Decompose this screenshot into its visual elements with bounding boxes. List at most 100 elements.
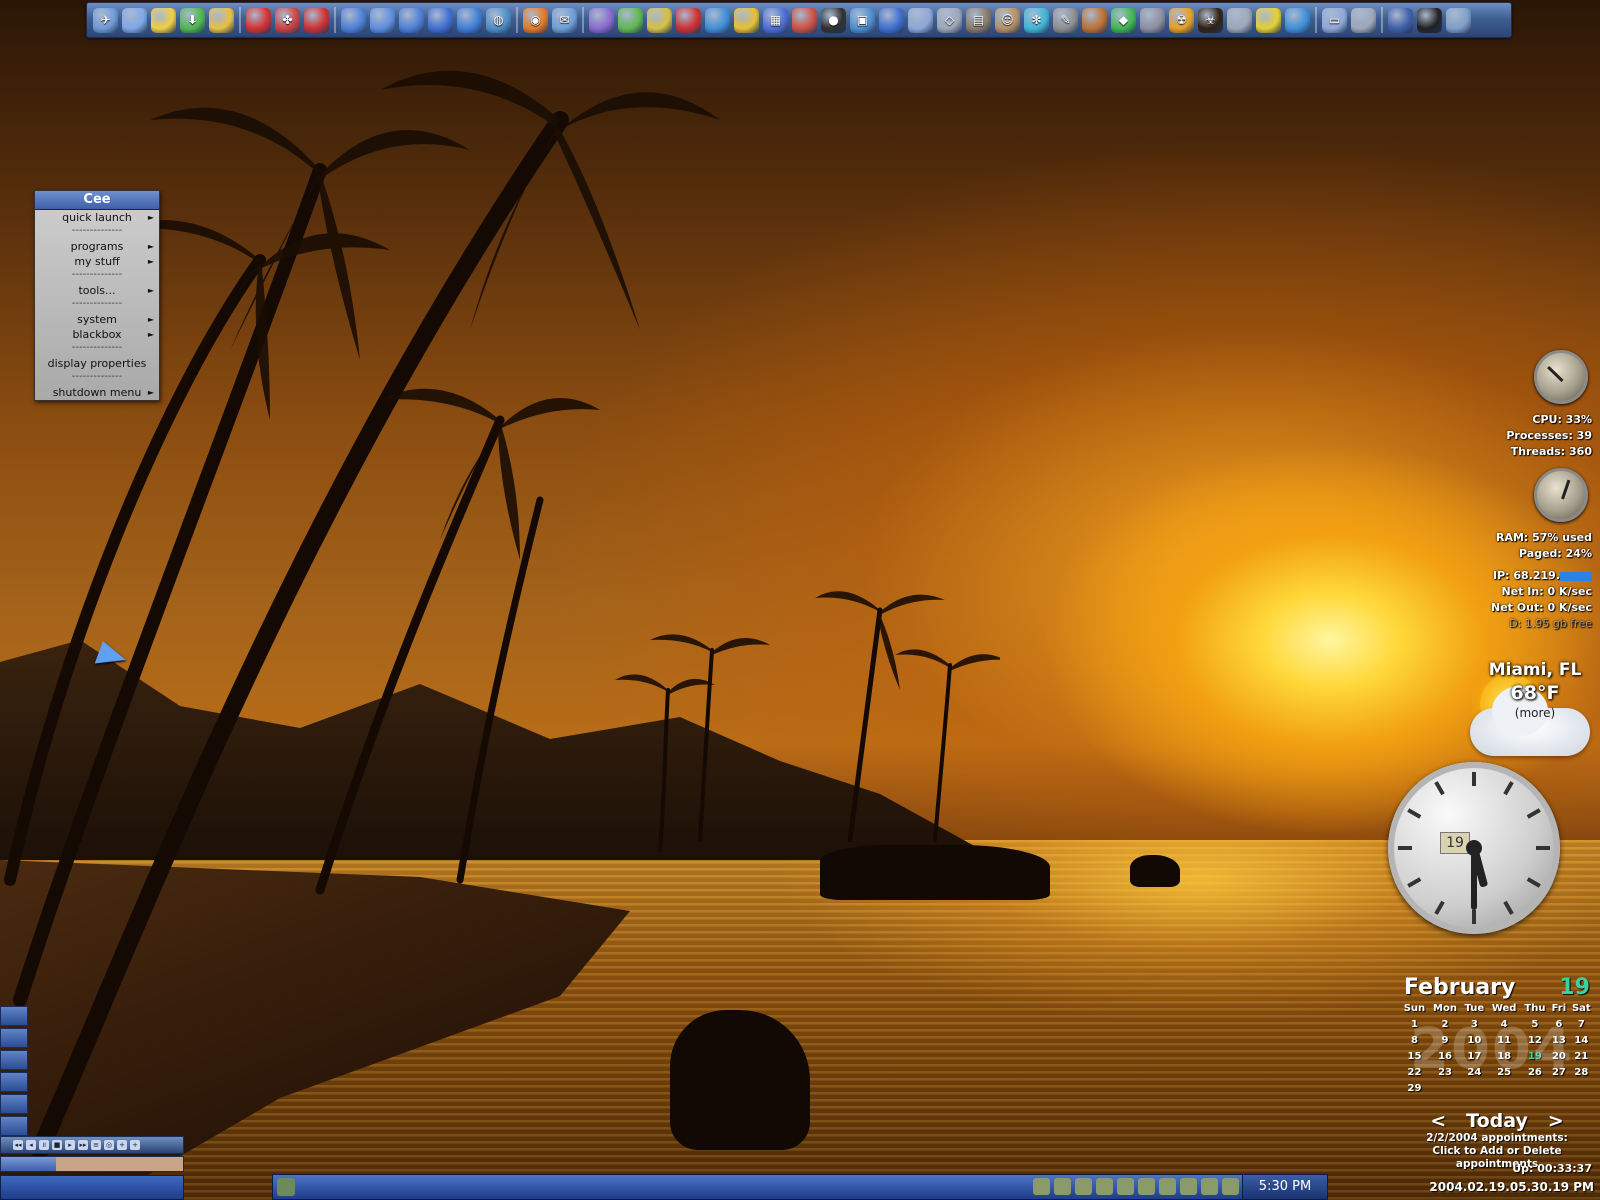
calendar-prev-button[interactable]: < — [1430, 1110, 1446, 1132]
calendar-day-cell — [1488, 1080, 1521, 1096]
menu-item-programs[interactable]: programs ► — [35, 239, 159, 254]
tray-icon[interactable] — [1222, 1178, 1239, 1195]
calendar-next-button[interactable]: > — [1548, 1110, 1564, 1132]
folder-icon[interactable] — [122, 7, 147, 33]
radioactive-icon[interactable]: ☢ — [1169, 7, 1194, 33]
ball-icon[interactable]: ● — [821, 7, 846, 33]
workspace-4[interactable] — [0, 1072, 28, 1092]
desktop-icon[interactable]: ✈ — [93, 7, 118, 33]
eight-ball-icon[interactable] — [1417, 7, 1442, 33]
workspace-6[interactable] — [0, 1116, 28, 1136]
tray-icon[interactable] — [1075, 1178, 1092, 1195]
menu-separator: -------------- — [71, 269, 123, 280]
freehand-icon[interactable] — [705, 7, 730, 33]
menu-item-quick-launch[interactable]: quick launch ► — [35, 210, 159, 225]
tray-icon[interactable] — [1138, 1178, 1155, 1195]
start-button[interactable] — [277, 1178, 295, 1196]
search-icon[interactable] — [1285, 7, 1310, 33]
color-icon[interactable]: ✤ — [275, 7, 300, 33]
weather-city: Miami, FL — [1488, 660, 1582, 680]
clock-tick — [1526, 808, 1541, 819]
cpu-gauge — [1534, 350, 1588, 404]
mouse-icon[interactable] — [908, 7, 933, 33]
media-button[interactable]: ▸▸ — [78, 1140, 88, 1150]
gplus-icon[interactable] — [792, 7, 817, 33]
workspace-3[interactable] — [0, 1050, 28, 1070]
menu-item-shutdown-menu[interactable]: shutdown menu ► — [35, 385, 159, 400]
download-icon[interactable]: ⬇ — [180, 7, 205, 33]
workspace-2[interactable] — [0, 1028, 28, 1048]
menu-item-tools[interactable]: tools... ► — [35, 283, 159, 298]
tools-icon[interactable] — [1227, 7, 1252, 33]
globe-icon[interactable]: ◍ — [486, 7, 511, 33]
flash-icon[interactable] — [676, 7, 701, 33]
tray-icon[interactable] — [1180, 1178, 1197, 1195]
media-button[interactable]: + — [130, 1140, 140, 1150]
media-button[interactable]: + — [117, 1140, 127, 1150]
mail-icon[interactable]: ✉ — [552, 7, 577, 33]
appointments-header: 2/2/2004 appointments: — [1426, 1132, 1568, 1144]
media-button[interactable]: ■ — [52, 1140, 62, 1150]
workspace-5[interactable] — [0, 1094, 28, 1114]
snowflake-icon[interactable]: ✻ — [1024, 7, 1049, 33]
weather-more-link[interactable]: (more) — [1470, 706, 1600, 720]
tray-icon[interactable] — [1117, 1178, 1134, 1195]
tray-icon[interactable] — [1159, 1178, 1176, 1195]
tray-icon[interactable] — [1033, 1178, 1050, 1195]
biohazard-icon[interactable]: ☣ — [1198, 7, 1223, 33]
paint-icon[interactable] — [1082, 7, 1107, 33]
cube-icon[interactable]: ▣ — [850, 7, 875, 33]
workspace-1[interactable] — [0, 1006, 28, 1026]
green-diamond-icon[interactable]: ◆ — [1111, 7, 1136, 33]
tray-icon[interactable] — [1201, 1178, 1218, 1195]
dotnet-icon[interactable] — [589, 7, 614, 33]
pen-icon[interactable]: ✎ — [1053, 7, 1078, 33]
clock-tick — [1434, 900, 1445, 915]
ue-icon[interactable] — [1256, 7, 1281, 33]
screen-icon[interactable]: ▭ — [1322, 7, 1347, 33]
k-icon[interactable] — [370, 7, 395, 33]
pdf-icon[interactable] — [246, 7, 271, 33]
calendar-day-cell[interactable]: 29 — [1400, 1080, 1429, 1096]
w-icon[interactable] — [341, 7, 366, 33]
media-progress-bar[interactable] — [0, 1156, 184, 1172]
six-icon[interactable] — [1140, 7, 1165, 33]
tray-icon[interactable] — [1054, 1178, 1071, 1195]
drive-icon[interactable] — [1351, 7, 1376, 33]
3d-icon[interactable] — [879, 7, 904, 33]
menu-item-display-properties[interactable]: display properties — [35, 356, 159, 371]
media-button[interactable]: ◂ — [26, 1140, 36, 1150]
media-button[interactable]: ◎ — [104, 1140, 114, 1150]
calendar-today-button[interactable]: Today — [1466, 1110, 1528, 1132]
left-taskbar[interactable] — [0, 1175, 184, 1200]
u-icon[interactable] — [428, 7, 453, 33]
fireworks-icon[interactable] — [647, 7, 672, 33]
media-button[interactable]: ◂◂ — [13, 1140, 23, 1150]
media-button[interactable]: ॥ — [39, 1140, 49, 1150]
taskbar-clock[interactable]: 5:30 PM — [1242, 1175, 1327, 1199]
dock-separator — [582, 7, 584, 33]
face-icon[interactable]: ☺ — [995, 7, 1020, 33]
menu-item-label: shutdown menu — [52, 386, 142, 399]
photo-icon[interactable]: ▤ — [966, 7, 991, 33]
dreamweaver-icon[interactable] — [618, 7, 643, 33]
menu-item-system[interactable]: system ► — [35, 312, 159, 327]
media-button[interactable]: ≡ — [91, 1140, 101, 1150]
grid-icon[interactable] — [1388, 7, 1413, 33]
pdf-writer-icon[interactable] — [304, 7, 329, 33]
trash-icon[interactable] — [1446, 7, 1471, 33]
works-icon[interactable] — [151, 7, 176, 33]
tray-icon[interactable] — [1096, 1178, 1113, 1195]
folder-yellow-icon[interactable] — [209, 7, 234, 33]
weather-widget[interactable]: Miami, FL 68°F (more) — [1470, 660, 1600, 760]
timestamp: 2004.02.19.05.30.19 PM — [1429, 1180, 1594, 1194]
calendar-app-icon[interactable]: ▦ — [763, 7, 788, 33]
wave-icon[interactable] — [457, 7, 482, 33]
seven-icon[interactable] — [734, 7, 759, 33]
media-button[interactable]: ▸ — [65, 1140, 75, 1150]
p-icon[interactable] — [399, 7, 424, 33]
firefox-icon[interactable]: ◉ — [523, 7, 548, 33]
menu-item-my-stuff[interactable]: my stuff ► — [35, 254, 159, 269]
box-icon[interactable]: ◇ — [937, 7, 962, 33]
menu-item-blackbox[interactable]: blackbox ► — [35, 327, 159, 342]
